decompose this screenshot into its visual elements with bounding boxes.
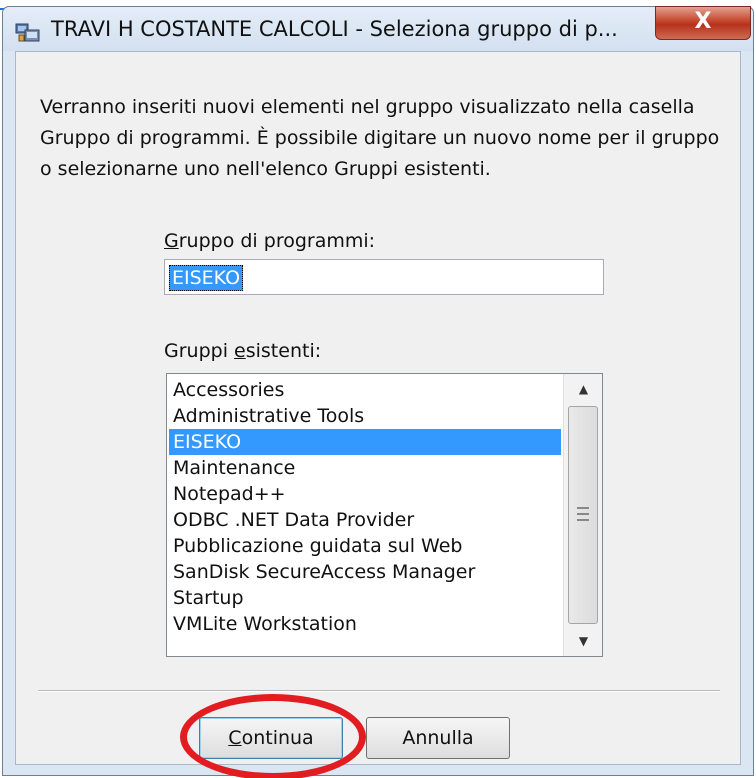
list-item[interactable]: Notepad++ (169, 481, 561, 507)
window-title: TRAVI H COSTANTE CALCOLI - Seleziona gru… (51, 17, 618, 41)
highlight-annotation-ellipse (180, 694, 366, 778)
program-group-label-rest: ruppo di programmi: (178, 230, 376, 252)
existing-groups-label: Gruppi esistenti: (164, 340, 321, 362)
existing-groups-list[interactable]: Accessories Administrative Tools EISEKO … (166, 373, 603, 657)
existing-groups-label-rest: sistenti: (245, 340, 322, 362)
scroll-down-arrow-icon[interactable]: ▼ (564, 626, 602, 656)
screenshot-stage: TRAVI H COSTANTE CALCOLI - Seleziona gru… (0, 0, 756, 778)
program-group-label: Gruppo di programmi: (164, 230, 375, 252)
close-button[interactable]: X (655, 6, 751, 40)
dialog-body: Verranno inseriti nuovi elementi nel gru… (15, 51, 741, 778)
list-item[interactable]: Accessories (169, 377, 561, 403)
list-scrollbar[interactable]: ▲ ▼ (563, 374, 602, 656)
list-item[interactable]: Administrative Tools (169, 403, 561, 429)
button-separator (38, 690, 720, 692)
list-item[interactable]: Startup (169, 585, 561, 611)
setup-dialog-window: TRAVI H COSTANTE CALCOLI - Seleziona gru… (2, 6, 754, 778)
close-icon: X (694, 9, 712, 34)
list-item[interactable]: SanDisk SecureAccess Manager (169, 559, 561, 585)
scroll-thumb[interactable] (568, 406, 598, 624)
installer-app-icon (15, 23, 40, 42)
existing-groups-label-accelerator: e (234, 340, 246, 362)
program-group-input[interactable]: EISEKO (164, 259, 604, 295)
existing-groups-label-prefix: Gruppi (164, 340, 235, 362)
program-group-label-accelerator: G (164, 230, 179, 252)
title-bar[interactable]: TRAVI H COSTANTE CALCOLI - Seleziona gru… (3, 6, 753, 51)
list-item[interactable]: VMLite Workstation (169, 611, 561, 637)
list-item[interactable]: ODBC .NET Data Provider (169, 507, 561, 533)
cancel-button-label: Annulla (402, 727, 474, 749)
cancel-button[interactable]: Annulla (366, 717, 510, 759)
list-item[interactable]: Maintenance (169, 455, 561, 481)
instructions-text: Verranno inseriti nuovi elementi nel gru… (40, 96, 720, 180)
list-item-selected[interactable]: EISEKO (169, 429, 561, 455)
scroll-up-arrow-icon[interactable]: ▲ (564, 374, 602, 404)
list-item[interactable]: Pubblicazione guidata sul Web (169, 533, 561, 559)
program-group-input-value: EISEKO (169, 265, 244, 291)
existing-groups-items: Accessories Administrative Tools EISEKO … (169, 377, 561, 637)
scroll-grip-icon (577, 507, 589, 521)
